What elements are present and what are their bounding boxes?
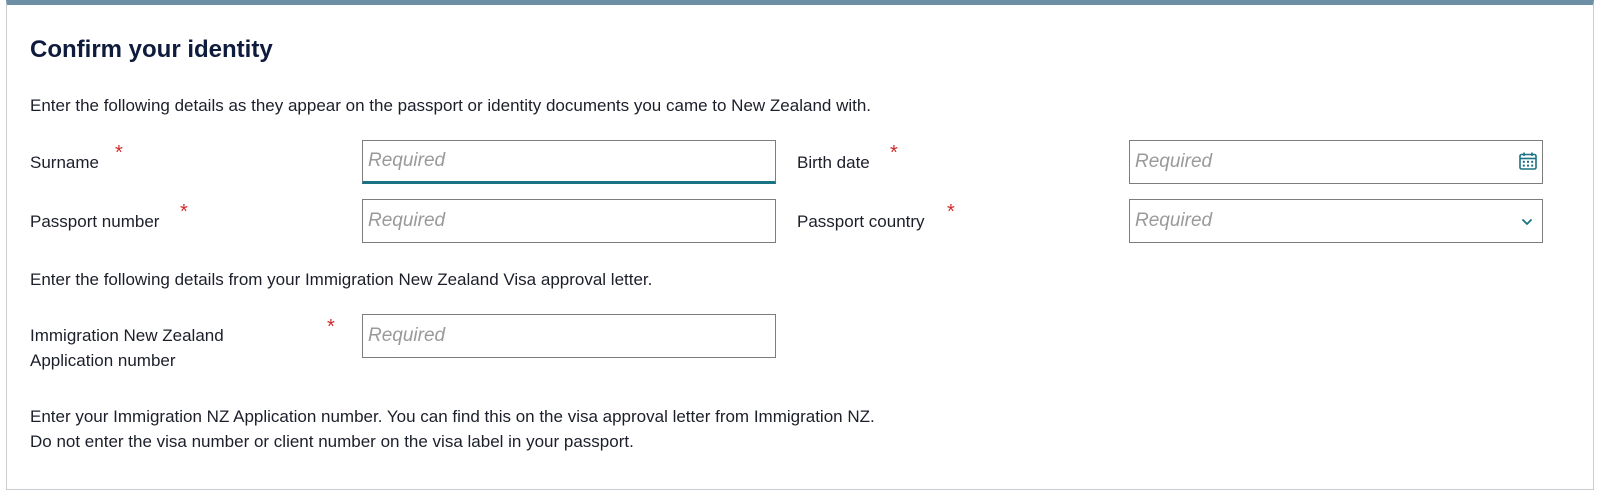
- application-number-input[interactable]: [362, 314, 776, 358]
- birth-date-label: Birth date: [797, 153, 870, 172]
- help-text-line2: Do not enter the visa number or client n…: [30, 432, 634, 451]
- surname-input[interactable]: [362, 140, 776, 184]
- application-number-required-marker: *: [327, 316, 335, 338]
- application-number-label-line2: Application number: [30, 351, 176, 370]
- surname-label: Surname: [30, 153, 99, 172]
- birth-date-input[interactable]: [1129, 140, 1543, 184]
- passport-number-required-marker: *: [180, 201, 188, 223]
- identity-form-panel: Confirm your identity Enter the followin…: [6, 0, 1594, 490]
- application-number-label-line1: Immigration New Zealand: [30, 326, 224, 345]
- passport-country-label: Passport country: [797, 212, 925, 231]
- passport-intro-text: Enter the following details as they appe…: [30, 96, 872, 115]
- passport-country-required-marker: *: [947, 201, 955, 223]
- calendar-icon[interactable]: [1518, 151, 1538, 171]
- birth-date-required-marker: *: [890, 142, 898, 164]
- page-title: Confirm your identity: [30, 36, 273, 63]
- chevron-down-icon[interactable]: [1517, 212, 1537, 232]
- birth-date-field[interactable]: [1129, 140, 1543, 184]
- surname-required-marker: *: [115, 142, 123, 164]
- visa-intro-text: Enter the following details from your Im…: [30, 270, 653, 289]
- passport-country-selected-value: Required: [1135, 210, 1213, 231]
- help-text-line1: Enter your Immigration NZ Application nu…: [30, 407, 875, 426]
- passport-country-select[interactable]: Required: [1129, 199, 1543, 243]
- passport-number-label: Passport number: [30, 212, 160, 231]
- passport-number-input[interactable]: [362, 199, 776, 243]
